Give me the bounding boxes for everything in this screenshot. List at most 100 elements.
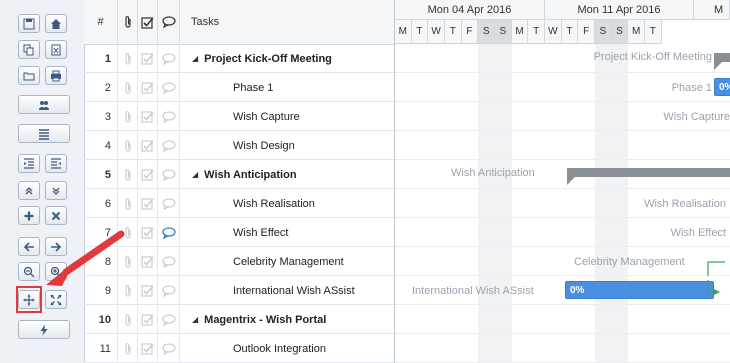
complete-checkbox[interactable] — [138, 160, 158, 189]
move-up-button[interactable] — [18, 181, 40, 200]
delete-task-button[interactable] — [45, 206, 67, 225]
attachment-cell[interactable] — [118, 334, 138, 363]
table-row[interactable]: 10 ◢ Magentrix - Wish Portal — [84, 305, 394, 334]
scroll-right-button[interactable] — [45, 237, 67, 256]
task-name[interactable]: Wish Capture — [180, 102, 394, 131]
gantt-chart: Mon 04 Apr 2016 Mon 11 Apr 2016 M MTWTFS… — [395, 0, 730, 363]
attachment-cell[interactable] — [118, 73, 138, 102]
task-name[interactable]: Outlook Integration — [180, 334, 394, 363]
header-complete[interactable] — [138, 0, 158, 44]
paperclip-icon — [124, 255, 131, 268]
complete-checkbox[interactable] — [138, 131, 158, 160]
task-name[interactable]: Celebrity Management — [180, 247, 394, 276]
collapse-triangle-icon[interactable]: ◢ — [192, 170, 198, 179]
task-name[interactable]: ◢ Wish Anticipation — [180, 160, 394, 189]
task-name[interactable]: ◢ Project Kick-Off Meeting — [180, 44, 394, 73]
checkbox-icon — [141, 198, 154, 210]
comment-cell[interactable] — [158, 131, 180, 160]
header-number[interactable]: # — [84, 0, 118, 44]
header-tasks[interactable]: Tasks — [180, 0, 394, 44]
attachment-cell[interactable] — [118, 305, 138, 334]
home-button[interactable] — [45, 14, 67, 33]
zoom-in-button[interactable] — [45, 262, 67, 281]
comment-cell[interactable] — [158, 44, 180, 73]
complete-checkbox[interactable] — [138, 334, 158, 363]
complete-checkbox[interactable] — [138, 189, 158, 218]
table-row[interactable]: 6 Wish Realisation — [84, 189, 394, 218]
complete-checkbox[interactable] — [138, 102, 158, 131]
comment-cell[interactable] — [158, 189, 180, 218]
comment-cell[interactable] — [158, 305, 180, 334]
day-header: S — [595, 20, 612, 44]
attachment-cell[interactable] — [118, 160, 138, 189]
open-button[interactable] — [18, 66, 40, 85]
paperclip-icon — [124, 197, 131, 210]
save-button[interactable] — [18, 14, 40, 33]
complete-checkbox[interactable] — [138, 305, 158, 334]
comment-cell[interactable] — [158, 247, 180, 276]
table-row[interactable]: 1 ◢ Project Kick-Off Meeting — [84, 44, 394, 73]
comment-cell[interactable] — [158, 218, 180, 247]
task-bar[interactable]: 0% — [714, 78, 730, 96]
complete-checkbox[interactable] — [138, 276, 158, 305]
checkbox-icon — [141, 285, 154, 297]
list-view-button[interactable] — [18, 124, 70, 143]
copy-button[interactable] — [18, 40, 40, 59]
task-name[interactable]: Phase 1 — [180, 73, 394, 102]
zoom-out-button[interactable] — [18, 262, 40, 281]
attachment-cell[interactable] — [118, 218, 138, 247]
complete-checkbox[interactable] — [138, 44, 158, 73]
comment-cell[interactable] — [158, 73, 180, 102]
task-name[interactable]: ◢ Magentrix - Wish Portal — [180, 305, 394, 334]
comment-cell[interactable] — [158, 160, 180, 189]
day-header: F — [578, 20, 595, 44]
task-name[interactable]: International Wish ASsist — [180, 276, 394, 305]
attachment-cell[interactable] — [118, 102, 138, 131]
collapse-triangle-icon[interactable]: ◢ — [192, 315, 198, 324]
comment-cell[interactable] — [158, 102, 180, 131]
table-row[interactable]: 5 ◢ Wish Anticipation — [84, 160, 394, 189]
table-row[interactable]: 4 Wish Design — [84, 131, 394, 160]
critical-path-button[interactable] — [18, 320, 70, 339]
resources-button[interactable] — [18, 95, 70, 114]
table-row[interactable]: 3 Wish Capture — [84, 102, 394, 131]
zoom-in-icon — [50, 266, 62, 277]
fullscreen-button[interactable] — [45, 290, 67, 309]
complete-checkbox[interactable] — [138, 218, 158, 247]
attachment-cell[interactable] — [118, 189, 138, 218]
attachment-cell[interactable] — [118, 131, 138, 160]
complete-checkbox[interactable] — [138, 247, 158, 276]
outdent-button[interactable] — [18, 154, 40, 173]
complete-checkbox[interactable] — [138, 73, 158, 102]
table-row[interactable]: 2 Phase 1 — [84, 73, 394, 102]
collapse-triangle-icon[interactable]: ◢ — [192, 54, 198, 63]
attachment-cell[interactable] — [118, 247, 138, 276]
gantt-label: Wish Effect — [670, 227, 726, 239]
users-icon — [39, 100, 49, 110]
print-button[interactable] — [45, 66, 67, 85]
header-comments[interactable] — [158, 0, 180, 44]
summary-bar[interactable] — [714, 53, 730, 70]
task-name[interactable]: Wish Effect — [180, 218, 394, 247]
add-task-button[interactable] — [18, 206, 40, 225]
table-row[interactable]: 7 Wish Effect — [84, 218, 394, 247]
indent-button[interactable] — [45, 154, 67, 173]
comment-cell[interactable] — [158, 276, 180, 305]
row-gridline — [395, 159, 730, 160]
move-down-button[interactable] — [45, 181, 67, 200]
task-label: International Wish ASsist — [233, 284, 355, 297]
bar-progress: 0% — [570, 284, 585, 296]
summary-bar[interactable] — [567, 168, 730, 185]
table-row[interactable]: 9 International Wish ASsist — [84, 276, 394, 305]
table-row[interactable]: 8 Celebrity Management — [84, 247, 394, 276]
task-bar[interactable]: 0% — [565, 281, 714, 299]
table-row[interactable]: 11 Outlook Integration — [84, 334, 394, 363]
header-attachment[interactable] — [118, 0, 138, 44]
scroll-left-button[interactable] — [18, 237, 40, 256]
task-name[interactable]: Wish Realisation — [180, 189, 394, 218]
export-excel-button[interactable] — [45, 40, 67, 59]
attachment-cell[interactable] — [118, 276, 138, 305]
comment-cell[interactable] — [158, 334, 180, 363]
task-name[interactable]: Wish Design — [180, 131, 394, 160]
attachment-cell[interactable] — [118, 44, 138, 73]
